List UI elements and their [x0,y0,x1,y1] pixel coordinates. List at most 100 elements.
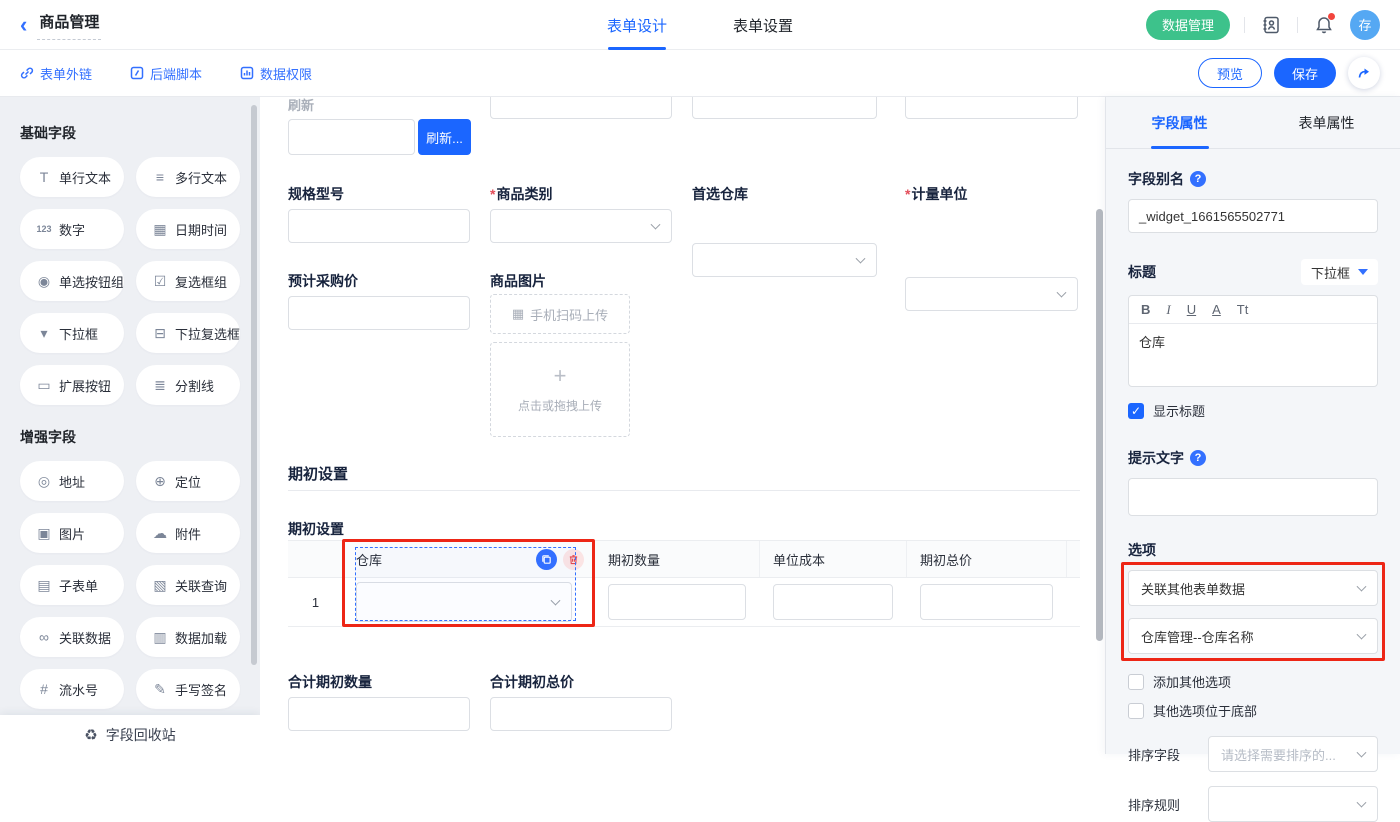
field-item-dropdown-multi[interactable]: ⊟下拉复选框 [136,313,240,353]
page-title[interactable]: 商品管理 [37,9,101,40]
tab-form-design[interactable]: 表单设计 [607,0,667,50]
single-line-text-icon: T [34,169,54,185]
field-item-attachment[interactable]: ☁附件 [136,513,240,553]
share-button[interactable] [1348,57,1380,89]
backend-script-link[interactable]: 后端脚本 [130,64,202,83]
sort-field-row: 排序字段 请选择需要排序的... [1128,736,1378,772]
scan-upload-button[interactable]: ▦ 手机扫码上传 [490,294,630,334]
tab-form-properties[interactable]: 表单属性 [1253,97,1400,148]
preferred-warehouse-select[interactable] [692,243,877,277]
show-title-checkbox[interactable]: ✓ [1128,403,1144,419]
field-item-multi-line-text[interactable]: ≡多行文本 [136,157,240,197]
field-item-checkbox-group[interactable]: ☑复选框组 [136,261,240,301]
field-item-linked-data[interactable]: ∞关联数据 [20,617,124,657]
header-cell-warehouse[interactable]: 仓库 [343,541,595,577]
sort-rule-select[interactable] [1208,786,1378,822]
field-item-subform[interactable]: ▤子表单 [20,565,124,605]
field-item-divider[interactable]: ≣分割线 [136,365,240,405]
field-item-data-load[interactable]: ▥数据加载 [136,617,240,657]
field-item-location[interactable]: ⊕定位 [136,461,240,501]
recycle-icon: ♻ [84,726,97,744]
title-editor-text[interactable]: 仓库 [1129,324,1377,386]
address-icon: ◎ [34,473,54,490]
purchase-price-input[interactable] [288,296,470,330]
bold-icon[interactable]: B [1141,302,1150,317]
unit-of-measure-select[interactable] [905,277,1078,311]
subform-table: 仓库 期初数量 单位成本 期初总价 商 [288,540,1080,627]
total-qty-input[interactable] [288,697,470,731]
form-external-link[interactable]: 表单外链 [20,64,92,83]
initial-qty-cell-input[interactable] [608,584,746,620]
hint-label: 提示文字? [1128,448,1378,468]
underline-icon[interactable]: U [1187,302,1196,317]
font-color-icon[interactable]: A [1212,302,1221,317]
back-icon[interactable]: ‹ [20,14,27,36]
script-icon [130,66,144,80]
field-item-dropdown[interactable]: ▾下拉框 [20,313,124,353]
serial-number-icon: # [34,681,54,697]
show-title-row: ✓ 显示标题 [1128,401,1378,420]
warehouse-cell-select[interactable] [356,582,572,622]
total-price-input[interactable] [490,697,672,731]
refresh-input[interactable] [288,119,415,155]
field-item-signature[interactable]: ✎手写签名 [136,669,240,709]
data-permission-link[interactable]: 数据权限 [240,64,312,83]
title-rich-editor[interactable]: B I U A Tt 仓库 [1128,295,1378,387]
chevron-down-icon [856,254,866,264]
field-item-image[interactable]: ▣图片 [20,513,124,553]
field-label-total-qty: 合计期初数量 [288,672,372,692]
product-category-select[interactable] [490,209,672,243]
spec-model-input[interactable] [288,209,470,243]
field-type-select[interactable]: 下拉框 [1301,259,1378,285]
sidebar-scrollbar[interactable] [251,105,257,665]
chevron-down-icon [1357,582,1367,592]
clipped-field-input[interactable] [905,97,1078,119]
add-other-option-checkbox[interactable] [1128,674,1144,690]
copy-column-icon[interactable] [536,549,557,570]
help-icon[interactable]: ? [1190,450,1206,466]
avatar[interactable]: 存 [1350,10,1380,40]
options-link-select[interactable]: 仓库管理--仓库名称 [1128,618,1378,654]
italic-icon[interactable]: I [1166,302,1170,318]
hint-input[interactable] [1128,478,1378,516]
editor-toolbar: B I U A Tt [1129,296,1377,324]
field-label-refresh: 刷新 [288,97,314,114]
header-cell-clipped: 商 [1067,541,1080,577]
clipped-field-input[interactable] [490,97,672,119]
unit-cost-cell-input[interactable] [773,584,893,620]
preview-button[interactable]: 预览 [1198,58,1262,88]
other-option-bottom-row: 其他选项位于底部 [1128,701,1378,720]
add-other-option-row: 添加其他选项 [1128,672,1378,691]
tab-form-settings[interactable]: 表单设置 [733,0,793,50]
changelog-book-icon[interactable] [1259,13,1283,37]
field-label-spec-model: 规格型号 [288,184,344,204]
initial-total-cell-input[interactable] [920,584,1053,620]
field-recycle-bin[interactable]: ♻ 字段回收站 [0,715,260,754]
notification-bell-icon[interactable] [1312,13,1336,37]
field-item-single-line-text[interactable]: T单行文本 [20,157,124,197]
field-item-address[interactable]: ◎地址 [20,461,124,501]
datetime-icon: ▦ [150,221,170,238]
data-manage-button[interactable]: 数据管理 [1146,10,1230,40]
image-upload-dropzone[interactable]: + 点击或拖拽上传 [490,342,630,437]
help-icon[interactable]: ? [1190,171,1206,187]
alias-input[interactable]: _widget_1661565502771 [1128,199,1378,233]
font-size-icon[interactable]: Tt [1237,302,1249,317]
other-option-bottom-checkbox[interactable] [1128,703,1144,719]
field-item-serial-number[interactable]: #流水号 [20,669,124,709]
field-item-radio-group[interactable]: ◉单选按钮组 [20,261,124,301]
field-item-datetime[interactable]: ▦日期时间 [136,209,240,249]
save-button[interactable]: 保存 [1274,58,1336,88]
field-item-number[interactable]: 123数字 [20,209,124,249]
refresh-button[interactable]: 刷新... [418,119,471,155]
sort-field-select[interactable]: 请选择需要排序的... [1208,736,1378,772]
field-item-linked-query[interactable]: ▧关联查询 [136,565,240,605]
clipped-field-input[interactable] [692,97,877,119]
tab-field-properties[interactable]: 字段属性 [1106,97,1253,148]
options-source-select[interactable]: 关联其他表单数据 [1128,570,1378,606]
field-item-extend-button[interactable]: ▭扩展按钮 [20,365,124,405]
delete-column-icon[interactable] [563,549,584,570]
row-number: 1 [288,595,343,610]
canvas-scrollbar[interactable] [1096,209,1103,641]
number-icon: 123 [34,224,54,234]
